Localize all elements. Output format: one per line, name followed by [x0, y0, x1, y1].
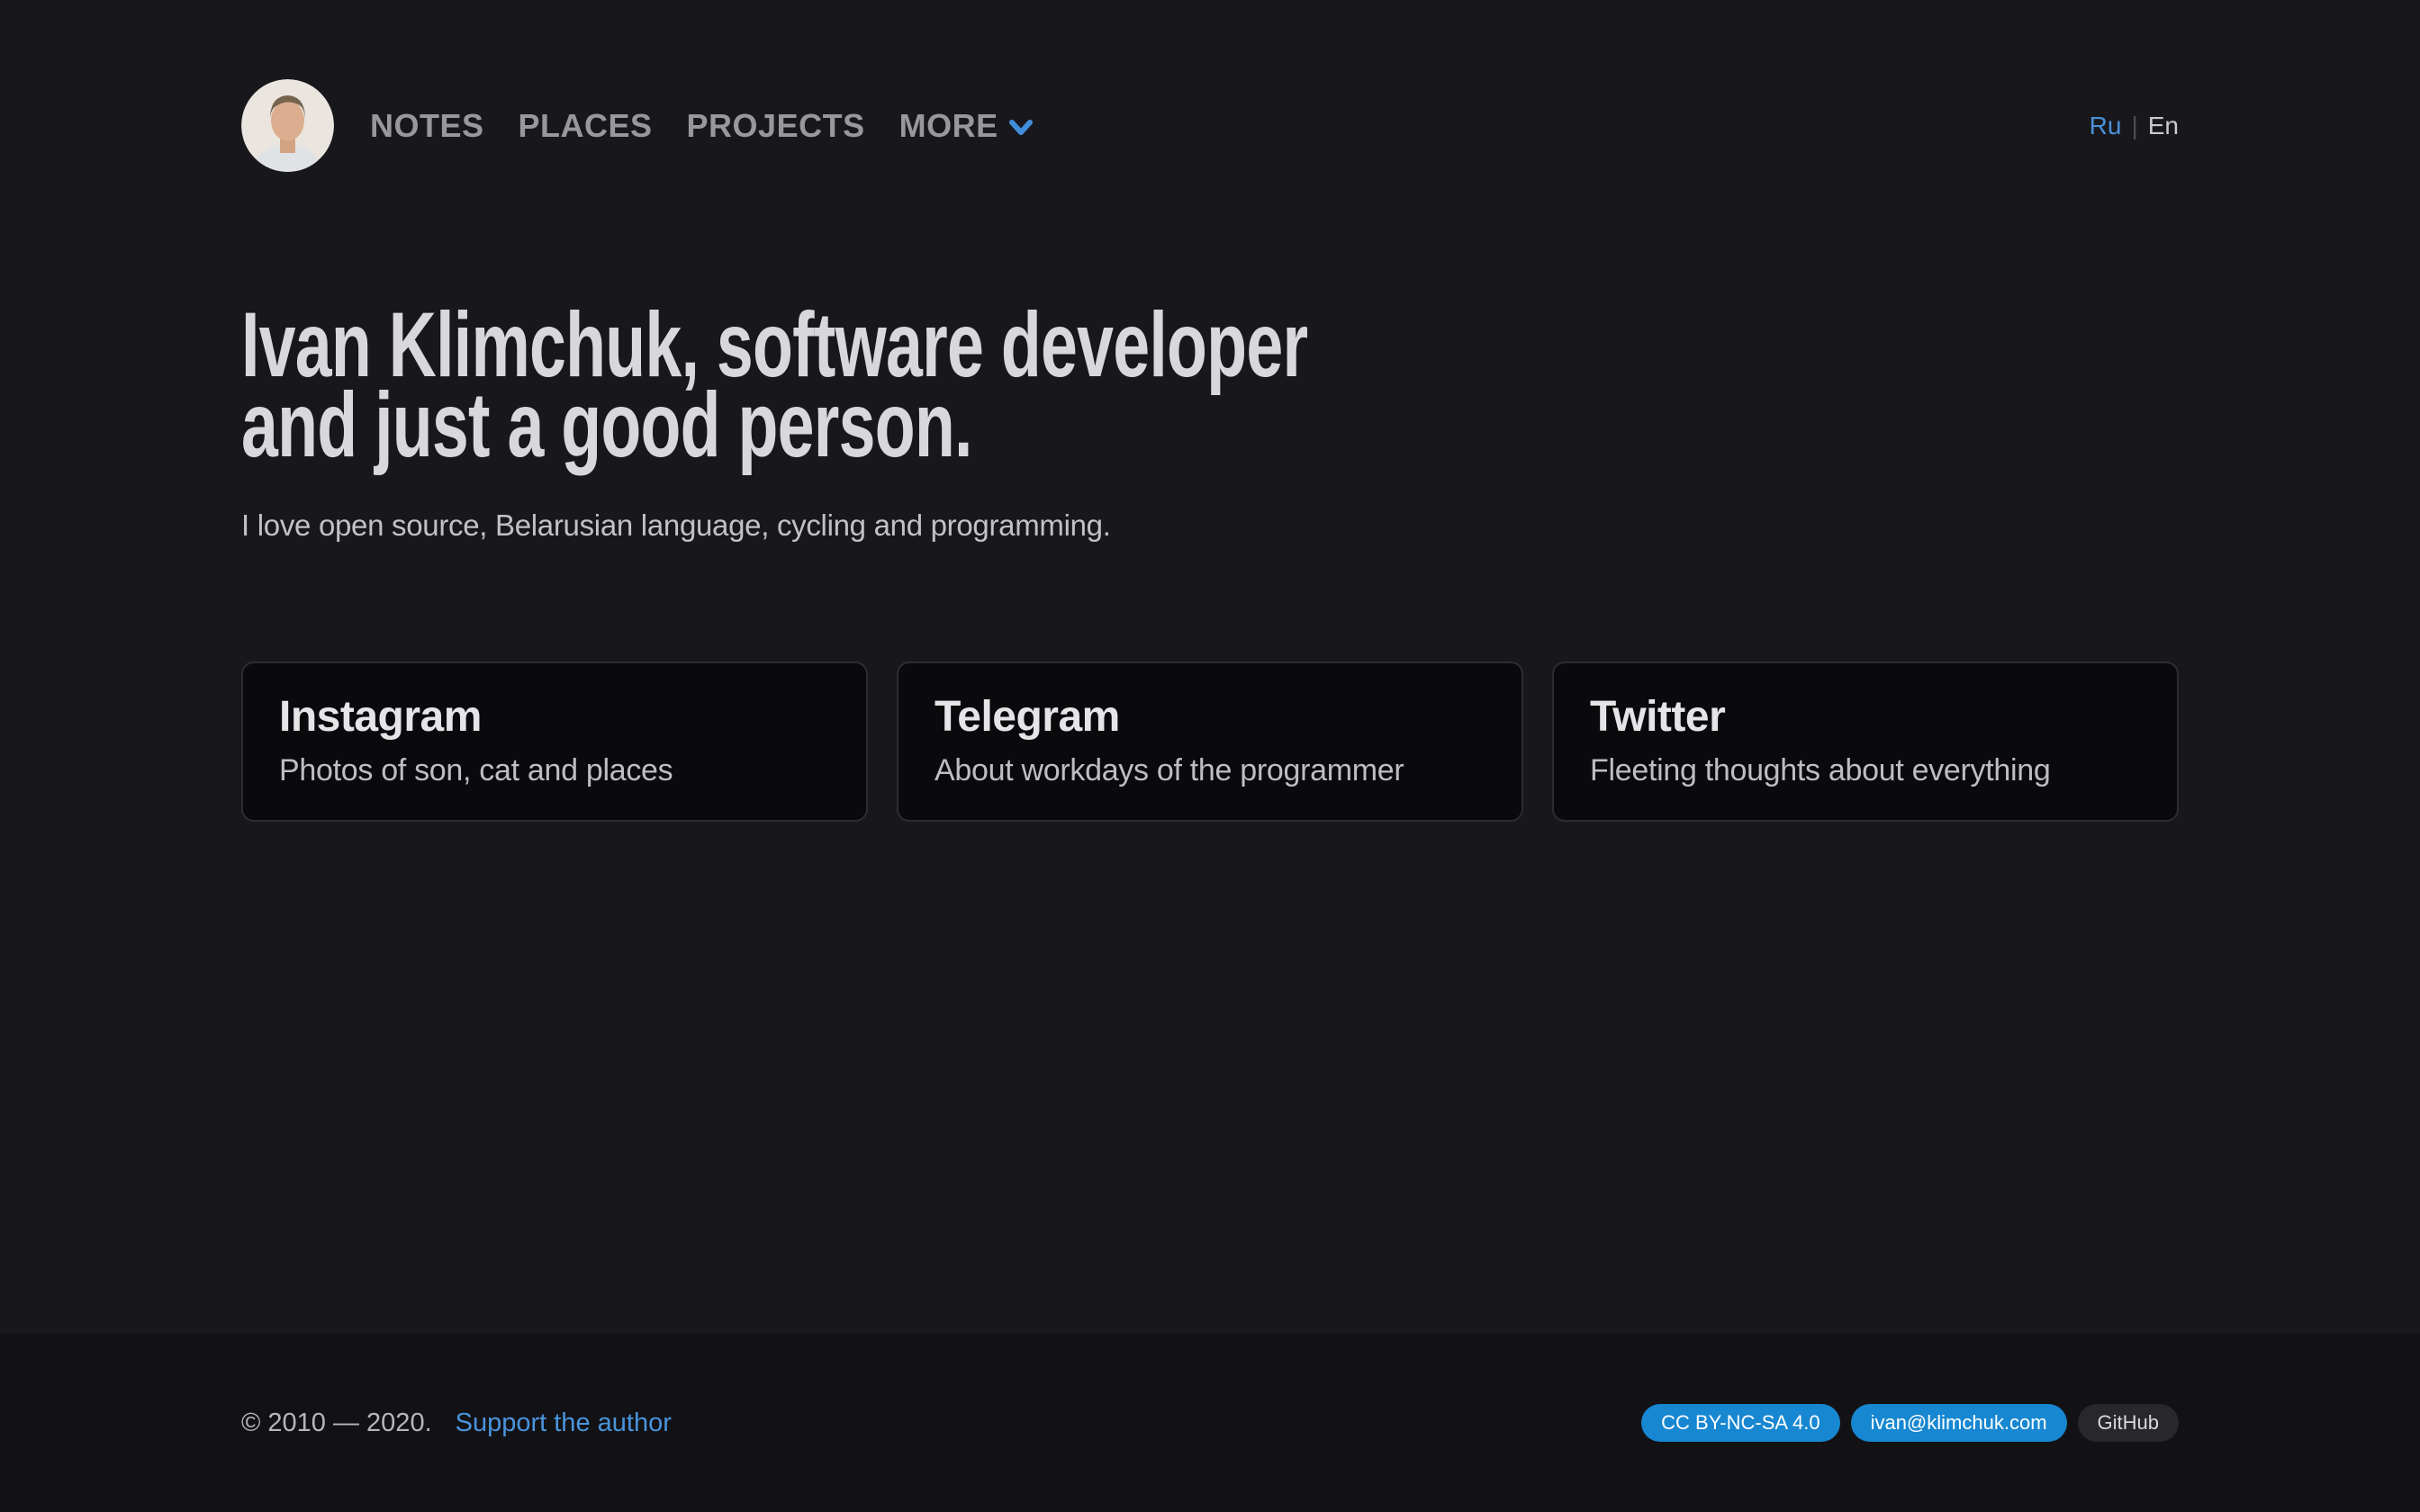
card-telegram[interactable]: Telegram About workdays of the programme… — [897, 662, 1523, 822]
title-line-2: and just a good person. — [241, 385, 1636, 465]
card-title: Telegram — [935, 692, 1485, 742]
portrait-photo-icon — [241, 79, 334, 172]
chevron-down-icon — [1007, 119, 1034, 137]
card-instagram[interactable]: Instagram Photos of son, cat and places — [241, 662, 868, 822]
language-switcher: Ru | En — [2090, 112, 2179, 140]
main-nav: NOTES PLACES PROJECTS MORE — [370, 107, 1034, 145]
email-badge[interactable]: ivan@klimchuk.com — [1851, 1404, 2067, 1442]
footer: © 2010 — 2020. Support the author CC BY-… — [0, 1334, 2420, 1512]
footer-badges: CC BY-NC-SA 4.0 ivan@klimchuk.com GitHub — [1641, 1404, 2179, 1442]
card-title: Instagram — [279, 692, 830, 742]
license-badge[interactable]: CC BY-NC-SA 4.0 — [1641, 1404, 1839, 1442]
copyright: © 2010 — 2020. — [241, 1408, 432, 1438]
nav-item-notes[interactable]: NOTES — [370, 107, 484, 145]
card-title: Twitter — [1590, 692, 2141, 742]
social-cards: Instagram Photos of son, cat and places … — [241, 662, 2179, 822]
card-twitter[interactable]: Twitter Fleeting thoughts about everythi… — [1552, 662, 2179, 822]
hero: Ivan Klimchuk, software developer and ju… — [241, 305, 2179, 543]
page-title: Ivan Klimchuk, software developer and ju… — [241, 305, 2179, 465]
card-description: Photos of son, cat and places — [279, 753, 830, 788]
hero-subtitle: I love open source, Belarusian language,… — [241, 508, 2179, 543]
page: NOTES PLACES PROJECTS MORE Ru | En — [0, 0, 2420, 1512]
lang-en-current: En — [2148, 112, 2179, 140]
nav-item-projects[interactable]: PROJECTS — [687, 107, 865, 145]
nav-item-more[interactable]: MORE — [899, 107, 1034, 145]
nav-more-label: MORE — [899, 107, 998, 145]
main-content: NOTES PLACES PROJECTS MORE Ru | En — [0, 0, 2420, 1334]
lang-divider: | — [2131, 112, 2137, 140]
header: NOTES PLACES PROJECTS MORE Ru | En — [241, 0, 2179, 172]
lang-ru-link[interactable]: Ru — [2090, 112, 2122, 140]
github-badge[interactable]: GitHub — [2078, 1404, 2179, 1442]
nav-item-places[interactable]: PLACES — [519, 107, 653, 145]
support-author-link[interactable]: Support the author — [456, 1408, 672, 1438]
footer-left: © 2010 — 2020. Support the author — [241, 1408, 672, 1438]
avatar[interactable] — [241, 79, 334, 172]
card-description: About workdays of the programmer — [935, 753, 1485, 788]
card-description: Fleeting thoughts about everything — [1590, 753, 2141, 788]
